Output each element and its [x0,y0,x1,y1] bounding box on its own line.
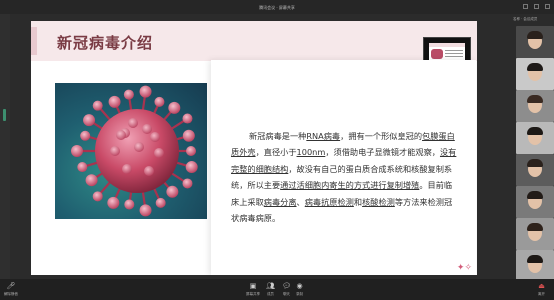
participants-header: 名称 · 会议成员 [513,17,538,21]
text-run: 和 [353,196,363,207]
collapse-handle[interactable] [3,109,6,121]
spike-head [107,196,120,209]
record-button[interactable]: ◉ 录制 [296,282,303,297]
surface-bump [144,166,154,176]
left-rail [0,14,10,279]
participant-tile[interactable] [516,122,554,154]
spike-head [185,161,198,174]
participant-tile[interactable] [516,90,554,122]
participants-panel: 名称 · 会议成员 [511,14,554,282]
chat-button[interactable]: 💬︎ 聊天 [282,282,291,297]
surface-bump [110,146,120,156]
surface-bump [134,142,144,152]
surface-bump [128,118,138,128]
spike-head [139,85,152,98]
spike-head [71,145,83,157]
participant-hair [527,255,543,263]
virus-image [55,83,207,219]
participant-tile[interactable] [516,186,554,218]
window-controls [523,4,550,9]
thumbnail-text [445,50,463,58]
thumbnail-image [431,49,443,59]
slide-title: 新冠病毒介绍 [57,34,154,52]
spike-head [154,96,165,107]
shared-slide: 新冠病毒介绍 新冠病毒是一种RNA病毒，拥有一个形似皇冠的包膜蛋白质外壳，直径小… [31,21,477,275]
maximize-icon[interactable] [534,4,539,9]
underlined-term: 100nm [296,147,326,158]
participant-hair [527,127,543,135]
underlined-term: 核酸检测 [362,196,395,207]
close-icon[interactable] [545,4,550,9]
spike-head [182,113,193,124]
participant-hair [527,191,543,199]
minimize-icon[interactable] [523,4,528,9]
spike-head [182,178,193,189]
record-icon: ◉ [296,282,303,290]
mute-button[interactable]: 🎤︎ 解除静音 [4,282,18,297]
text-run: 、 [296,196,305,207]
spike-head [186,146,196,156]
participant-hair [527,63,543,71]
underlined-term: 病毒分离 [263,196,297,207]
members-button[interactable]: 👥︎ 成员 [266,282,275,297]
text-run: ，直径小于 [255,147,297,158]
sparkle-decoration-icon: ✦✧ [456,263,472,273]
spike-head [80,130,91,141]
underlined-term: 病毒抗原检测 [304,196,354,207]
spike-head [83,114,96,127]
spike-head [155,197,166,208]
participant-hair [527,95,543,103]
participant-tile[interactable] [516,58,554,90]
meeting-toolbar: 🎤︎ 解除静音 ▣ 屏幕共享 👥︎ 成员 💬︎ 聊天 ◉ 录制 ⏏ 离开 [0,279,554,300]
members-icon: 👥︎ [266,282,275,290]
surface-bump [116,130,126,140]
share-screen-icon: ▣ [249,282,257,290]
leave-button[interactable]: ⏏ 离开 [538,282,545,297]
spike-head [139,204,152,217]
virus-description: 新冠病毒是一种RNA病毒，拥有一个形似皇冠的包膜蛋白质外壳，直径小于100nm，… [231,128,457,226]
participant-tile[interactable] [516,250,554,282]
spike-head [124,199,135,210]
spike-head [123,89,134,100]
text-run: ，拥有一个形似皇冠的 [340,131,423,141]
spike-head [92,191,103,202]
description-card: 新冠病毒是一种RNA病毒，拥有一个形似皇冠的包膜蛋白质外壳，直径小于100nm，… [211,60,476,275]
spike-head [92,100,103,111]
surface-bump [154,148,164,158]
participant-tile[interactable] [516,26,554,58]
participant-hair [527,31,543,39]
participant-tile[interactable] [516,218,554,250]
participant-hair [527,159,543,167]
virus-illustration [71,85,198,217]
spike-head [182,129,195,142]
spike-head [77,162,88,173]
text-run: ，须借助电子显微镜才能观察， [325,147,440,158]
underlined-term: 通过活细胞内寄生的方式进行复制增殖 [280,180,420,191]
slide-header: 新冠病毒介绍 [31,21,477,61]
window-title: 腾讯会议 · 屏幕共享 [259,5,295,10]
spike-head [108,95,121,108]
text-run: 新冠病毒是一种 [249,131,307,141]
header-accent [31,27,37,55]
underlined-term: RNA病毒 [306,131,341,141]
surface-bump [142,124,152,134]
mic-icon: 🎤︎ [6,282,16,290]
chat-icon: 💬︎ [282,282,291,290]
participant-hair [527,223,543,231]
leave-icon: ⏏ [538,282,545,290]
thumbnail-header [429,43,465,47]
surface-bump [122,164,132,174]
participant-tile[interactable] [516,154,554,186]
spike-head [168,101,181,114]
spike-head [85,174,98,187]
window-titlebar: 腾讯会议 · 屏幕共享 [0,0,554,14]
spike-head [166,185,179,198]
share-screen-button[interactable]: ▣ 屏幕共享 [246,282,260,297]
surface-bump [150,132,160,142]
